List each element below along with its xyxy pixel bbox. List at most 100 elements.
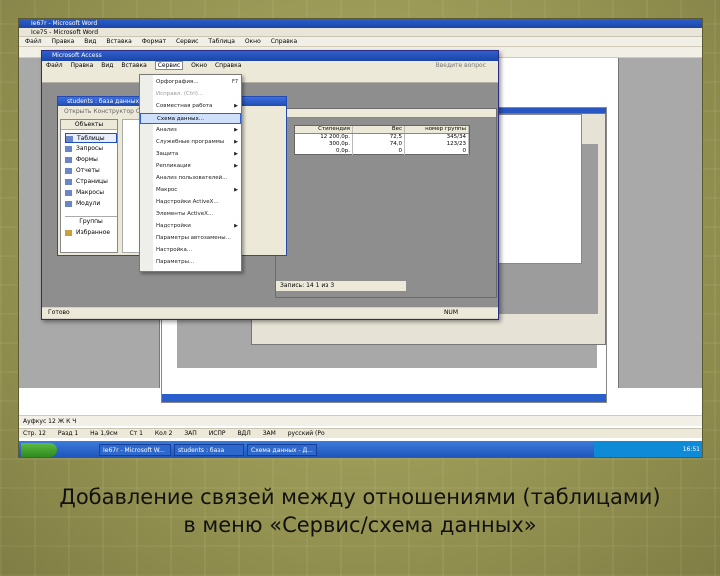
- service-menu-item[interactable]: Орфография... F7: [140, 77, 241, 88]
- access-help-box[interactable]: Введите вопрос: [436, 61, 486, 71]
- service-menu-item[interactable]: Совместная работа ▶: [140, 101, 241, 112]
- word-menu-format[interactable]: Формат: [142, 38, 166, 45]
- table-window-title-bar: [276, 109, 496, 118]
- menu-item-label: Анализ пользователей...: [156, 175, 228, 181]
- db-object-tables[interactable]: Таблицы: [65, 133, 117, 143]
- menu-item-label: Служебные программы: [156, 139, 225, 145]
- table-datasheet-window: Стипендия Вес номер группы 12 200,0р. 72…: [275, 108, 497, 298]
- service-menu-item[interactable]: Параметры автозамены...: [140, 233, 241, 244]
- taskbar-schema[interactable]: Схема данных - Д...: [247, 444, 317, 456]
- word-format-controls[interactable]: Ауфкус 12 Ж К Ч: [23, 418, 76, 425]
- access-menu-help[interactable]: Справка: [215, 62, 241, 69]
- word-title-bar: Ie67r - Microsoft Word: [19, 19, 702, 28]
- screenshot: Ie67r - Microsoft Word Ice75 - Microsoft…: [18, 18, 703, 458]
- word-status-bar: Стр. 12 Разд 1 На 1,9см Ст 1 Кол 2 ЗАП И…: [19, 428, 702, 438]
- db-objects-header[interactable]: Объекты: [61, 120, 117, 130]
- service-menu-item[interactable]: Исправл. (Ctrl)...: [140, 89, 241, 100]
- table-cell[interactable]: 0: [405, 148, 469, 155]
- word-menu-view[interactable]: Вид: [84, 38, 96, 45]
- service-menu-item[interactable]: Надстройки ▶: [140, 221, 241, 232]
- table-cell[interactable]: 72,5: [353, 134, 405, 141]
- service-menu-item[interactable]: Надстройки ActiveX...: [140, 197, 241, 208]
- access-menu-window[interactable]: Окно: [191, 62, 207, 69]
- table-cell[interactable]: 300,0р.: [295, 141, 353, 148]
- table-cell[interactable]: 0: [353, 148, 405, 155]
- service-menu-item[interactable]: Анализ пользователей...: [140, 173, 241, 184]
- access-menu-file[interactable]: Файл: [46, 62, 63, 69]
- service-menu-item[interactable]: Репликация ▶: [140, 161, 241, 172]
- query-icon: [65, 145, 72, 152]
- status-trk: ИСПР: [208, 430, 226, 437]
- access-menu-view[interactable]: Вид: [101, 62, 113, 69]
- word-formatting-bar: Ауфкус 12 Ж К Ч: [19, 415, 702, 426]
- access-menu-bar: Файл Правка Вид Вставка Сервис Окно Спра…: [42, 61, 498, 71]
- table-record-navigator[interactable]: Запись: 14 1 из 3: [276, 281, 406, 291]
- service-menu-item[interactable]: Служебные программы ▶: [140, 137, 241, 148]
- system-tray: 16:51: [594, 441, 702, 457]
- menu-item-label: Анализ: [156, 127, 177, 133]
- status-rec: ЗАП: [184, 430, 197, 437]
- access-title-bar: Microsoft Access: [42, 51, 498, 61]
- taskbar-access-db[interactable]: students : база дан...: [174, 444, 244, 456]
- access-menu-insert[interactable]: Вставка: [121, 62, 146, 69]
- access-status-num: NUM: [443, 309, 458, 316]
- table-cell[interactable]: 345/34: [405, 134, 469, 141]
- clock: 16:51: [682, 446, 700, 453]
- menu-item-label: Совместная работа: [156, 103, 213, 109]
- service-menu-item[interactable]: Анализ ▶: [140, 125, 241, 136]
- word-doc-title: Ice75 - Microsoft Word: [31, 29, 99, 36]
- service-menu-item[interactable]: Макрос ▶: [140, 185, 241, 196]
- taskbar-word[interactable]: Ie67r - Microsoft W...: [99, 444, 171, 456]
- nested-taskbar: [162, 394, 606, 402]
- record-nav-text: Запись: 14 1 из 3: [280, 282, 335, 289]
- service-menu-item[interactable]: Параметры...: [140, 257, 241, 268]
- db-groups-header[interactable]: Группы: [65, 216, 117, 226]
- db-object-macros[interactable]: Макросы: [65, 188, 117, 198]
- db-object-reports[interactable]: Отчеты: [65, 166, 117, 176]
- db-group-favorites[interactable]: Избранное: [65, 228, 117, 238]
- word-window-title: Ie67r - Microsoft Word: [31, 20, 98, 27]
- table-cell[interactable]: 0,0р.: [295, 148, 353, 155]
- table-cell[interactable]: 74,0: [353, 141, 405, 148]
- table-col-stipend[interactable]: Стипендия: [295, 126, 353, 133]
- word-menu-insert[interactable]: Вставка: [106, 38, 131, 45]
- word-menu-edit[interactable]: Правка: [52, 38, 75, 45]
- service-menu-item[interactable]: Элементы ActiveX...: [140, 209, 241, 220]
- access-menu-tools[interactable]: Сервис: [154, 61, 184, 70]
- word-menu-tools[interactable]: Сервис: [176, 38, 198, 45]
- word-menu-file[interactable]: Файл: [25, 38, 42, 45]
- table-cell[interactable]: 12 200,0р.: [295, 134, 353, 141]
- submenu-arrow-icon: ▶: [234, 163, 238, 169]
- service-menu-item[interactable]: Настройка...: [140, 245, 241, 256]
- submenu-arrow-icon: ▶: [234, 223, 238, 229]
- menu-item-label: Макрос: [156, 187, 178, 193]
- start-button[interactable]: [21, 443, 57, 457]
- menu-item-label: Орфография...: [156, 79, 199, 85]
- table-col-weight[interactable]: Вес: [353, 126, 405, 133]
- windows-taskbar: Ie67r - Microsoft W... students : база д…: [19, 441, 702, 457]
- service-menu-item[interactable]: Защита ▶: [140, 149, 241, 160]
- access-window-title: Microsoft Access: [52, 52, 102, 59]
- db-object-queries[interactable]: Запросы: [65, 144, 117, 154]
- db-object-forms[interactable]: Формы: [65, 155, 117, 165]
- report-icon: [65, 167, 72, 174]
- word-menu-help[interactable]: Справка: [271, 38, 297, 45]
- table-cell[interactable]: 123/23: [405, 141, 469, 148]
- status-language: русский (Ро: [287, 430, 325, 437]
- submenu-arrow-icon: ▶: [234, 187, 238, 193]
- status-column: Кол 2: [154, 430, 173, 437]
- menu-item-label: Исправл. (Ctrl)...: [156, 91, 204, 97]
- status-section: Разд 1: [57, 430, 79, 437]
- db-object-modules[interactable]: Модули: [65, 199, 117, 209]
- caption-line-2: в меню «Сервис/схема данных»: [183, 513, 537, 537]
- word-menu-window[interactable]: Окно: [245, 38, 261, 45]
- menu-item-label: Репликация: [156, 163, 191, 169]
- word-menu-table[interactable]: Таблица: [208, 38, 235, 45]
- table-col-group[interactable]: номер группы: [405, 126, 469, 133]
- service-menu-item[interactable]: Схема данных...: [140, 113, 241, 124]
- submenu-arrow-icon: ▶: [234, 103, 238, 109]
- db-objects-pane: Объекты Таблицы Запросы Формы Отчеты Стр…: [60, 119, 118, 253]
- access-menu-edit[interactable]: Правка: [71, 62, 94, 69]
- slide-caption: Добавление связей между отношениями (таб…: [0, 483, 720, 539]
- db-object-pages[interactable]: Страницы: [65, 177, 117, 187]
